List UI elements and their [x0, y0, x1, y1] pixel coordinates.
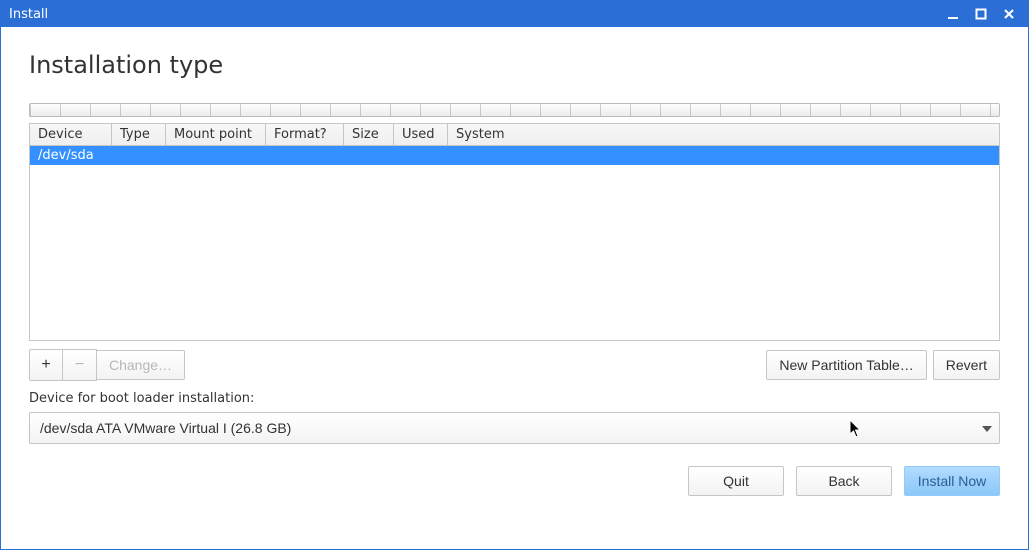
bootloader-device-select[interactable]: /dev/sda ATA VMware Virtual I (26.8 GB): [29, 412, 1000, 444]
col-mount[interactable]: Mount point: [166, 124, 266, 145]
col-format[interactable]: Format?: [266, 124, 344, 145]
col-used[interactable]: Used: [394, 124, 448, 145]
remove-partition-button[interactable]: −: [63, 349, 97, 381]
partition-table[interactable]: Device Type Mount point Format? Size Use…: [29, 123, 1000, 341]
partition-usage-bar: [29, 103, 1000, 117]
minimize-button[interactable]: [942, 5, 964, 23]
col-type[interactable]: Type: [112, 124, 166, 145]
new-partition-table-button[interactable]: New Partition Table…: [766, 350, 926, 380]
col-device[interactable]: Device: [30, 124, 112, 145]
table-body: /dev/sda: [30, 146, 999, 340]
cell-device: /dev/sda: [36, 148, 96, 163]
maximize-button[interactable]: [970, 5, 992, 23]
install-now-button[interactable]: Install Now: [904, 466, 1000, 496]
revert-button[interactable]: Revert: [933, 350, 1000, 380]
install-window: Install Installation type Device Type Mo…: [0, 0, 1029, 550]
content-area: Installation type Device Type Mount poin…: [1, 27, 1028, 549]
bootloader-device-combo[interactable]: /dev/sda ATA VMware Virtual I (26.8 GB): [29, 412, 1000, 444]
col-size[interactable]: Size: [344, 124, 394, 145]
minimize-icon: [947, 8, 959, 20]
bootloader-label: Device for boot loader installation:: [29, 391, 1000, 406]
table-row[interactable]: /dev/sda: [30, 146, 999, 165]
window-title: Install: [9, 7, 936, 22]
close-icon: [1003, 8, 1015, 20]
page-title: Installation type: [29, 51, 1000, 79]
col-system[interactable]: System: [448, 124, 999, 145]
titlebar: Install: [1, 1, 1028, 27]
change-partition-button[interactable]: Change…: [97, 350, 185, 380]
maximize-icon: [975, 8, 987, 20]
back-button[interactable]: Back: [796, 466, 892, 496]
close-button[interactable]: [998, 5, 1020, 23]
quit-button[interactable]: Quit: [688, 466, 784, 496]
add-partition-button[interactable]: +: [29, 349, 63, 381]
wizard-buttons: Quit Back Install Now: [29, 466, 1000, 496]
partition-controls-row: + − Change… New Partition Table… Revert: [29, 349, 1000, 381]
table-header: Device Type Mount point Format? Size Use…: [30, 124, 999, 146]
